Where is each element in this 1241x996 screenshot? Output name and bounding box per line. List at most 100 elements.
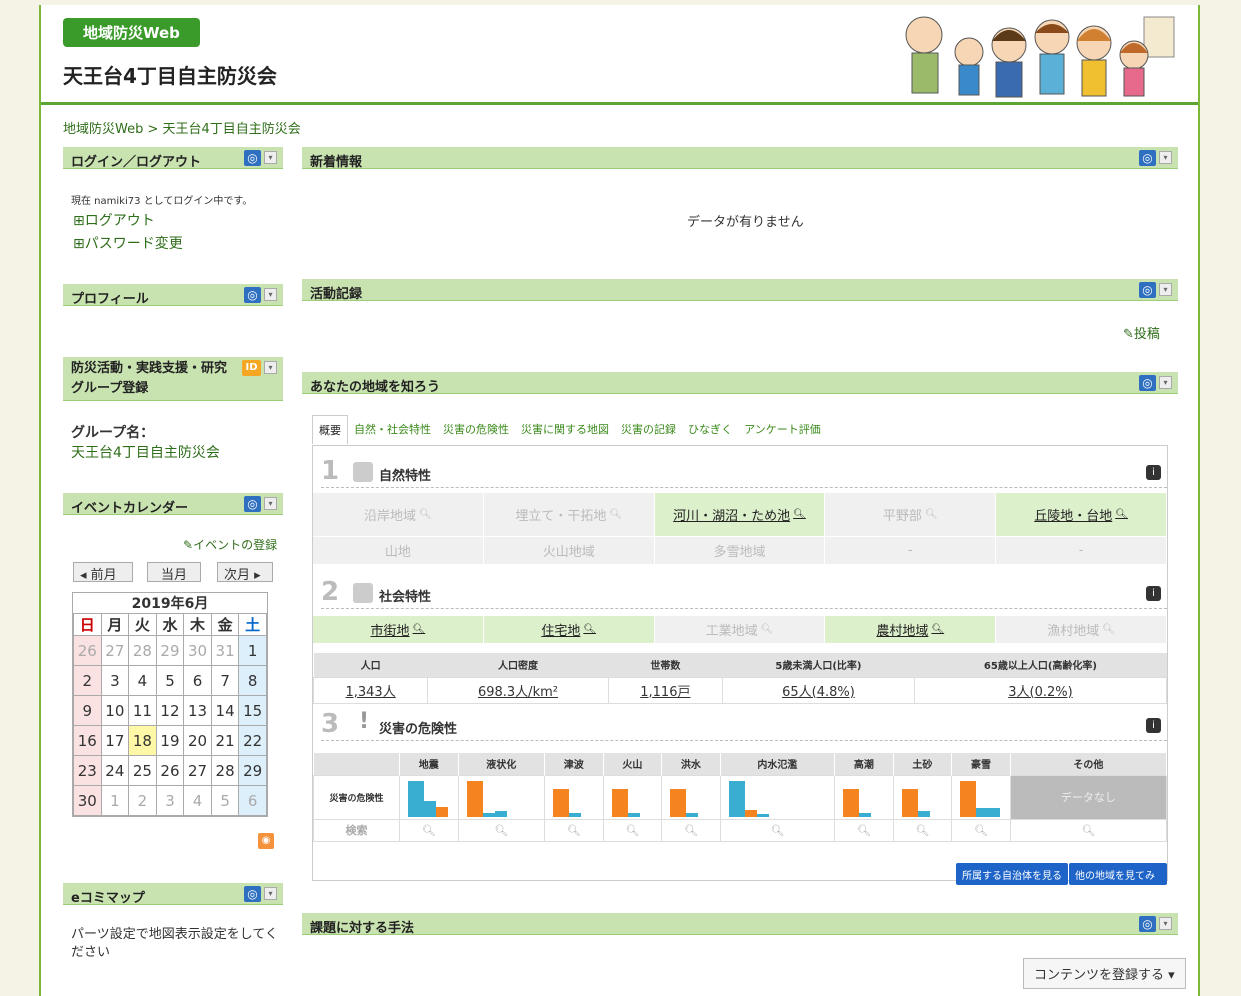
calendar-day[interactable]: 27 [183, 755, 212, 786]
hazard-no-data[interactable]: データなし [1009, 774, 1168, 820]
calendar-day[interactable]: 3 [100, 665, 130, 696]
hazard-search-icon[interactable]: 🔍︎ [834, 818, 894, 842]
calendar-day[interactable]: 6 [183, 665, 212, 696]
calendar-day[interactable]: 5 [210, 785, 240, 816]
calendar-day[interactable]: 29 [155, 635, 185, 666]
tab-hazard[interactable]: 災害の危険性 [437, 415, 515, 444]
hazard-search-icon[interactable]: 🔍︎ [544, 818, 604, 842]
calendar-day[interactable]: 1 [100, 785, 130, 816]
hazard-search-icon[interactable]: 🔍︎ [719, 818, 836, 842]
view-other-area-button[interactable]: 他の地域を見てみる [1069, 863, 1167, 897]
add-event-link[interactable]: ✎イベントの登録 [183, 536, 277, 553]
logout-link[interactable]: ⊞ログアウト [73, 210, 155, 230]
calendar-day[interactable]: 19 [155, 725, 185, 756]
calendar-day[interactable]: 3 [155, 785, 185, 816]
current-month-button[interactable]: 当月 [147, 562, 201, 583]
globe-icon[interactable]: ◎ [1139, 375, 1156, 391]
calendar-day[interactable]: 23 [73, 755, 102, 786]
calendar-day[interactable]: 28 [210, 755, 240, 786]
tab-hinagiku[interactable]: ひなぎく [682, 415, 738, 444]
view-municipality-button[interactable]: 所属する自治体を見る [956, 863, 1068, 885]
calendar-day[interactable]: 7 [210, 665, 240, 696]
calendar-day[interactable]: 13 [183, 695, 212, 726]
site-badge[interactable]: 地域防災Web [63, 18, 200, 47]
hazard-cell[interactable] [544, 774, 604, 820]
globe-icon[interactable]: ◎ [244, 150, 261, 166]
calendar-day[interactable]: 26 [73, 635, 102, 666]
calendar-day[interactable]: 14 [210, 695, 240, 726]
dropdown-icon[interactable]: ▾ [1159, 283, 1172, 296]
hazard-cell[interactable] [951, 774, 1011, 820]
dropdown-icon[interactable]: ▾ [264, 361, 277, 374]
stats-value[interactable]: 1,116戸 [607, 676, 723, 704]
calendar-day[interactable]: 16 [73, 725, 102, 756]
globe-icon[interactable]: ◎ [244, 287, 261, 303]
hazard-search-icon[interactable]: 🔍︎ [661, 818, 721, 842]
calendar-day[interactable]: 11 [128, 695, 157, 726]
stats-value[interactable]: 698.3人/km² [427, 676, 609, 704]
globe-icon[interactable]: ◎ [1139, 916, 1156, 932]
breadcrumb-current-link[interactable]: 天王台4丁目自主防災会 [163, 122, 301, 137]
tab-survey[interactable]: アンケート評価 [738, 415, 827, 444]
hazard-search-icon[interactable]: 🔍︎ [892, 818, 953, 842]
calendar-day[interactable]: 4 [183, 785, 212, 816]
calendar-day[interactable]: 22 [238, 725, 267, 756]
dropdown-icon[interactable]: ▾ [264, 497, 277, 510]
calendar-day[interactable]: 24 [100, 755, 130, 786]
dropdown-icon[interactable]: ▾ [1159, 376, 1172, 389]
dropdown-icon[interactable]: ▾ [1159, 151, 1172, 164]
calendar-day[interactable]: 18 [128, 725, 157, 756]
prev-month-button[interactable]: ◂ 前月 [73, 562, 133, 583]
hazard-cell[interactable] [719, 774, 836, 820]
nature-cell[interactable]: 河川・湖沼・ため池 🔍︎ [654, 493, 826, 537]
calendar-day[interactable]: 15 [238, 695, 267, 726]
calendar-day[interactable]: 10 [100, 695, 130, 726]
tab-disaster-records[interactable]: 災害の記録 [615, 415, 682, 444]
calendar-day[interactable]: 27 [100, 635, 130, 666]
hazard-search-icon[interactable]: 🔍︎ [399, 818, 459, 842]
globe-icon[interactable]: ◎ [1139, 150, 1156, 166]
hazard-search-icon[interactable]: 🔍︎ [1009, 818, 1168, 842]
post-link[interactable]: ✎投稿 [1123, 323, 1160, 342]
nature-cell[interactable]: 丘陵地・台地 🔍︎ [996, 493, 1167, 537]
calendar-day[interactable]: 25 [128, 755, 157, 786]
globe-icon[interactable]: ◎ [244, 886, 261, 902]
dropdown-icon[interactable]: ▾ [264, 151, 277, 164]
calendar-day[interactable]: 29 [238, 755, 267, 786]
group-name-link[interactable]: 天王台4丁目自主防災会 [71, 442, 220, 462]
calendar-day[interactable]: 6 [238, 785, 267, 816]
hazard-cell[interactable] [892, 774, 953, 820]
tab-nature-society[interactable]: 自然・社会特性 [348, 415, 437, 444]
calendar-day[interactable]: 2 [128, 785, 157, 816]
globe-icon[interactable]: ◎ [1139, 282, 1156, 298]
social-cell[interactable]: 市街地 🔍︎ [313, 616, 484, 644]
calendar-day[interactable]: 26 [155, 755, 185, 786]
globe-icon[interactable]: ◎ [244, 496, 261, 512]
calendar-day[interactable]: 30 [73, 785, 102, 816]
calendar-day[interactable]: 20 [183, 725, 212, 756]
dropdown-icon[interactable]: ▾ [264, 887, 277, 900]
stats-value[interactable]: 65人(4.8%) [721, 676, 915, 704]
hazard-cell[interactable] [834, 774, 894, 820]
calendar-day[interactable]: 17 [100, 725, 130, 756]
tab-overview[interactable]: 概要 [312, 415, 348, 444]
stats-value[interactable]: 1,343人 [312, 676, 429, 704]
rss-icon[interactable]: ◉ [258, 833, 274, 849]
calendar-day[interactable]: 4 [128, 665, 157, 696]
dropdown-icon[interactable]: ▾ [1159, 917, 1172, 930]
hazard-cell[interactable] [399, 774, 459, 820]
stats-value[interactable]: 3人(0.2%) [913, 676, 1168, 704]
hazard-cell[interactable] [602, 774, 663, 820]
register-content-button[interactable]: コンテンツを登録する ▾ [1023, 958, 1186, 989]
breadcrumb-root-link[interactable]: 地域防災Web [63, 122, 143, 137]
info-icon[interactable]: i [1146, 718, 1161, 733]
hazard-cell[interactable] [661, 774, 721, 820]
tab-hazard-maps[interactable]: 災害に関する地図 [515, 415, 615, 444]
next-month-button[interactable]: 次月 ▸ [217, 562, 273, 583]
calendar-day[interactable]: 12 [155, 695, 185, 726]
dropdown-icon[interactable]: ▾ [264, 288, 277, 301]
calendar-day[interactable]: 8 [238, 665, 267, 696]
calendar-day[interactable]: 31 [210, 635, 240, 666]
calendar-day[interactable]: 28 [128, 635, 157, 666]
hazard-search-icon[interactable]: 🔍︎ [457, 818, 546, 842]
